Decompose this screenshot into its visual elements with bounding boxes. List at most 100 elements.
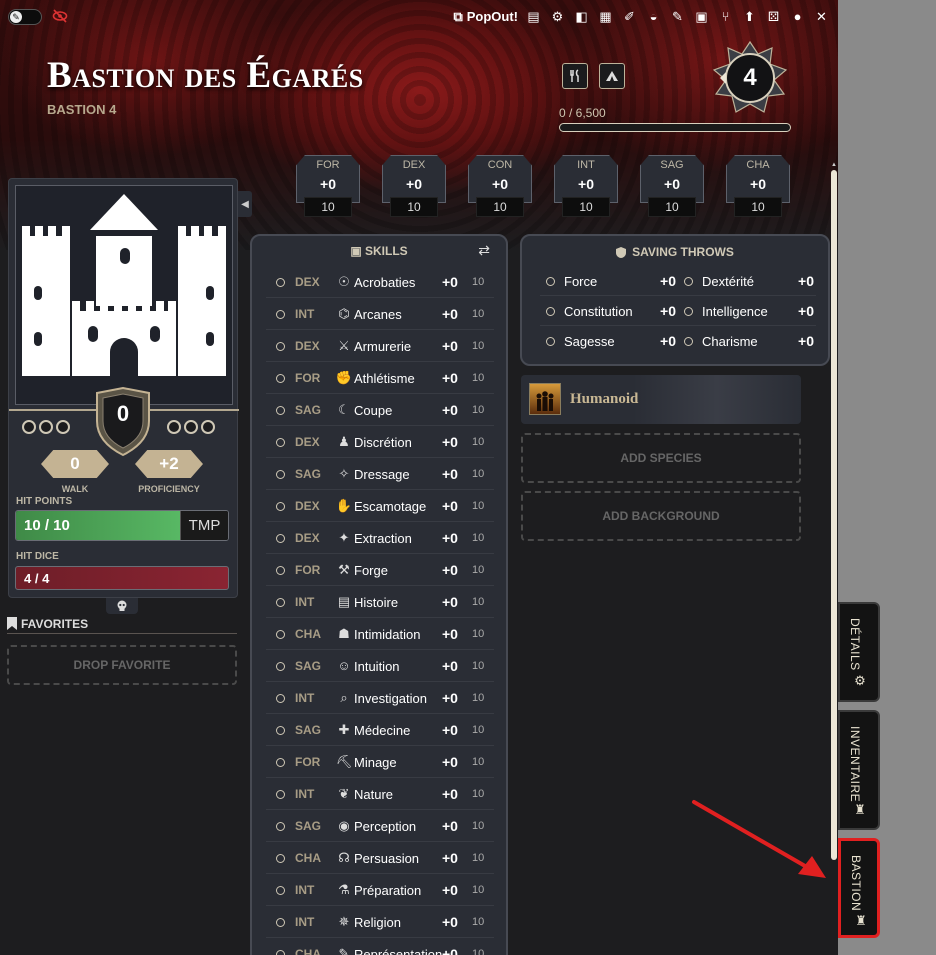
skill-name[interactable]: Acrobaties xyxy=(354,275,415,290)
skill-name[interactable]: Extraction xyxy=(354,531,412,546)
skill-name[interactable]: Coupe xyxy=(354,403,392,418)
hit-dice-bar[interactable]: 4 / 4 xyxy=(15,566,229,590)
death-save-pip[interactable] xyxy=(184,420,198,434)
skill-name[interactable]: Préparation xyxy=(354,883,421,898)
skill-name[interactable]: Dressage xyxy=(354,467,410,482)
skull-tab[interactable] xyxy=(106,598,138,614)
scrollbar[interactable] xyxy=(831,170,837,860)
proficiency-dot[interactable] xyxy=(276,854,285,863)
panel-icon[interactable]: ▣ xyxy=(693,8,710,25)
skill-name[interactable]: Représentation xyxy=(354,947,442,955)
proficiency-dot[interactable] xyxy=(276,886,285,895)
eye-off-icon[interactable] xyxy=(52,8,68,24)
save-dexterite[interactable]: Dextérité +0 xyxy=(678,266,816,296)
skill-row[interactable]: CHA ✎ Représentation +0 10 xyxy=(266,938,494,955)
death-save-pip[interactable] xyxy=(22,420,36,434)
skill-row[interactable]: DEX ⚔ Armurerie +0 10 xyxy=(266,330,494,362)
skill-name[interactable]: Minage xyxy=(354,755,397,770)
tab-inventory[interactable]: INVENTAIRE ♜ xyxy=(838,710,880,830)
walk-speed-badge[interactable]: 0 xyxy=(41,450,109,478)
skill-name[interactable]: Médecine xyxy=(354,723,410,738)
proficiency-dot[interactable] xyxy=(276,694,285,703)
ability-cha[interactable]: CHA +0 10 xyxy=(726,155,790,219)
add-species-zone[interactable]: ADD SPECIES xyxy=(521,433,801,483)
save-force[interactable]: Force +0 xyxy=(540,266,678,296)
proficiency-dot[interactable] xyxy=(276,630,285,639)
proficiency-dot[interactable] xyxy=(276,950,285,955)
proficiency-dot[interactable] xyxy=(276,918,285,927)
skill-name[interactable]: Investigation xyxy=(354,691,427,706)
skill-row[interactable]: FOR ⛏ Minage +0 10 xyxy=(266,746,494,778)
skill-name[interactable]: Nature xyxy=(354,787,393,802)
proficiency-dot[interactable] xyxy=(276,374,285,383)
film-icon[interactable]: ▦ xyxy=(597,8,614,25)
species-card[interactable]: Humanoid xyxy=(521,375,801,424)
proficiency-dot[interactable] xyxy=(276,438,285,447)
temp-hp-field[interactable]: TMP xyxy=(180,511,228,540)
skill-name[interactable]: Persuasion xyxy=(354,851,419,866)
proficiency-dot[interactable] xyxy=(276,470,285,479)
scroll-up-arrow[interactable]: ▲ xyxy=(831,162,837,168)
ability-sag[interactable]: SAG +0 10 xyxy=(640,155,704,219)
skill-row[interactable]: DEX ✋ Escamotage +0 10 xyxy=(266,490,494,522)
token-icon[interactable]: ◧ xyxy=(573,8,590,25)
mode-toggle[interactable]: ✎ xyxy=(8,9,42,25)
skill-row[interactable]: CHA ☗ Intimidation +0 10 xyxy=(266,618,494,650)
rest-long-button[interactable] xyxy=(599,63,625,89)
proficiency-dot[interactable] xyxy=(276,790,285,799)
skill-row[interactable]: INT ✵ Religion +0 10 xyxy=(266,906,494,938)
proficiency-dot[interactable] xyxy=(684,277,693,286)
branch-icon[interactable]: ⑂ xyxy=(717,8,734,25)
castle-portrait[interactable] xyxy=(15,185,233,405)
ability-score[interactable]: 10 xyxy=(304,197,352,217)
proficiency-dot[interactable] xyxy=(276,598,285,607)
ability-score[interactable]: 10 xyxy=(734,197,782,217)
skill-row[interactable]: CHA ☊ Persuasion +0 10 xyxy=(266,842,494,874)
skill-row[interactable]: INT ▤ Histoire +0 10 xyxy=(266,586,494,618)
skill-row[interactable]: FOR ✊ Athlétisme +0 10 xyxy=(266,362,494,394)
proficiency-dot[interactable] xyxy=(546,337,555,346)
skill-name[interactable]: Religion xyxy=(354,915,401,930)
skill-row[interactable]: FOR ⚒ Forge +0 10 xyxy=(266,554,494,586)
skill-name[interactable]: Escamotage xyxy=(354,499,426,514)
skill-name[interactable]: Forge xyxy=(354,563,388,578)
skill-name[interactable]: Perception xyxy=(354,819,416,834)
ability-score[interactable]: 10 xyxy=(476,197,524,217)
ability-for[interactable]: FOR +0 10 xyxy=(296,155,360,219)
skill-row[interactable]: SAG ☺ Intuition +0 10 xyxy=(266,650,494,682)
ability-dex[interactable]: DEX +0 10 xyxy=(382,155,446,219)
proficiency-dot[interactable] xyxy=(684,307,693,316)
skill-name[interactable]: Histoire xyxy=(354,595,398,610)
skill-row[interactable]: SAG ✧ Dressage +0 10 xyxy=(266,458,494,490)
skill-row[interactable]: SAG ◉ Perception +0 10 xyxy=(266,810,494,842)
save-sagesse[interactable]: Sagesse +0 xyxy=(540,326,678,356)
dice-icon[interactable]: ⚄ xyxy=(765,8,782,25)
skill-name[interactable]: Arcanes xyxy=(354,307,402,322)
proficiency-dot[interactable] xyxy=(276,758,285,767)
swap-icon[interactable]: ⇄ xyxy=(478,242,490,259)
skill-name[interactable]: Armurerie xyxy=(354,339,411,354)
skill-name[interactable]: Athlétisme xyxy=(354,371,415,386)
drop-favorite-zone[interactable]: DROP FAVORITE xyxy=(7,645,237,685)
close-icon[interactable]: ✕ xyxy=(813,8,830,25)
skill-row[interactable]: INT ⚗ Préparation +0 10 xyxy=(266,874,494,906)
skill-row[interactable]: INT ❦ Nature +0 10 xyxy=(266,778,494,810)
skill-row[interactable]: DEX ✦ Extraction +0 10 xyxy=(266,522,494,554)
skill-row[interactable]: DEX ♟ Discrétion +0 10 xyxy=(266,426,494,458)
death-save-pip[interactable] xyxy=(201,420,215,434)
proficiency-dot[interactable] xyxy=(276,278,285,287)
proficiency-dot[interactable] xyxy=(276,822,285,831)
proficiency-dot[interactable] xyxy=(276,534,285,543)
skill-row[interactable]: INT ⌬ Arcanes +0 10 xyxy=(266,298,494,330)
add-background-zone[interactable]: ADD BACKGROUND xyxy=(521,491,801,541)
skill-name[interactable]: Discrétion xyxy=(354,435,412,450)
proficiency-dot[interactable] xyxy=(276,662,285,671)
skill-row[interactable]: INT ⌕ Investigation +0 10 xyxy=(266,682,494,714)
death-save-pip[interactable] xyxy=(167,420,181,434)
ability-score[interactable]: 10 xyxy=(648,197,696,217)
proficiency-dot[interactable] xyxy=(546,277,555,286)
save-constitution[interactable]: Constitution +0 xyxy=(540,296,678,326)
journal-icon[interactable]: ▤ xyxy=(525,8,542,25)
skill-name[interactable]: Intimidation xyxy=(354,627,420,642)
skill-name[interactable]: Intuition xyxy=(354,659,400,674)
